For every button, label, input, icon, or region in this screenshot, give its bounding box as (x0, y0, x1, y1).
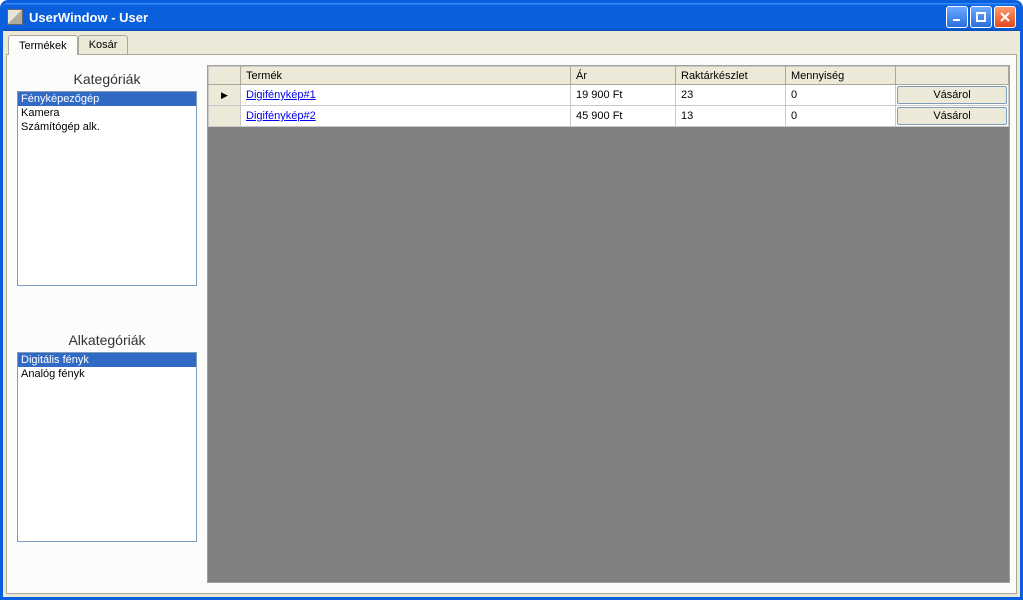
sidebar: Kategóriák Fényképezőgép Kamera Számítóg… (17, 65, 197, 583)
column-header-buy[interactable] (896, 67, 1009, 85)
row-header[interactable] (209, 106, 241, 127)
subcategories-heading: Alkategóriák (17, 332, 197, 348)
subcategory-item[interactable]: Digitális fényk (18, 353, 196, 367)
grid-corner-cell (209, 67, 241, 85)
cell-buy: Vásárol (896, 106, 1009, 127)
app-icon (7, 9, 23, 25)
tabstrip: Termékek Kosár (6, 34, 1017, 55)
tab-panel-products: Kategóriák Fényképezőgép Kamera Számítóg… (6, 55, 1017, 594)
cell-stock: 23 (676, 85, 786, 106)
window-title: UserWindow - User (29, 10, 946, 25)
tab-cart[interactable]: Kosár (78, 35, 129, 54)
cell-buy: Vásárol (896, 85, 1009, 106)
cell-product: Digifénykép#2 (241, 106, 571, 127)
subcategories-listbox[interactable]: Digitális fényk Analóg fényk (17, 352, 197, 542)
minimize-button[interactable] (946, 6, 968, 28)
maximize-button[interactable] (970, 6, 992, 28)
column-header-product[interactable]: Termék (241, 67, 571, 85)
table-row[interactable]: ▶ Digifénykép#1 19 900 Ft 23 0 Vásárol (209, 85, 1009, 106)
subcategory-item[interactable]: Analóg fényk (18, 367, 196, 381)
titlebar[interactable]: UserWindow - User (3, 3, 1020, 31)
category-item[interactable]: Fényképezőgép (18, 92, 196, 106)
cell-quantity[interactable]: 0 (786, 85, 896, 106)
buy-button[interactable]: Vásárol (897, 107, 1007, 125)
categories-listbox[interactable]: Fényképezőgép Kamera Számítógép alk. (17, 91, 197, 286)
cell-product: Digifénykép#1 (241, 85, 571, 106)
client-area: Termékek Kosár Kategóriák Fényképezőgép … (6, 34, 1017, 594)
row-header[interactable]: ▶ (209, 85, 241, 106)
current-row-indicator-icon: ▶ (221, 90, 228, 100)
categories-heading: Kategóriák (17, 71, 197, 87)
grid-header-row: Termék Ár Raktárkészlet Mennyiség (209, 67, 1009, 85)
column-header-stock[interactable]: Raktárkészlet (676, 67, 786, 85)
close-button[interactable] (994, 6, 1016, 28)
column-header-quantity[interactable]: Mennyiség (786, 67, 896, 85)
products-grid[interactable]: Termék Ár Raktárkészlet Mennyiség ▶ Digi… (207, 65, 1010, 583)
buy-button[interactable]: Vásárol (897, 86, 1007, 104)
column-header-price[interactable]: Ár (571, 67, 676, 85)
product-link[interactable]: Digifénykép#1 (246, 89, 316, 101)
table-row[interactable]: Digifénykép#2 45 900 Ft 13 0 Vásárol (209, 106, 1009, 127)
cell-quantity[interactable]: 0 (786, 106, 896, 127)
category-item[interactable]: Számítógép alk. (18, 120, 196, 134)
product-link[interactable]: Digifénykép#2 (246, 110, 316, 122)
app-window: UserWindow - User Termékek Kosár Kategór… (0, 0, 1023, 600)
cell-price: 19 900 Ft (571, 85, 676, 106)
tab-products[interactable]: Termékek (8, 35, 78, 55)
cell-price: 45 900 Ft (571, 106, 676, 127)
category-item[interactable]: Kamera (18, 106, 196, 120)
cell-stock: 13 (676, 106, 786, 127)
